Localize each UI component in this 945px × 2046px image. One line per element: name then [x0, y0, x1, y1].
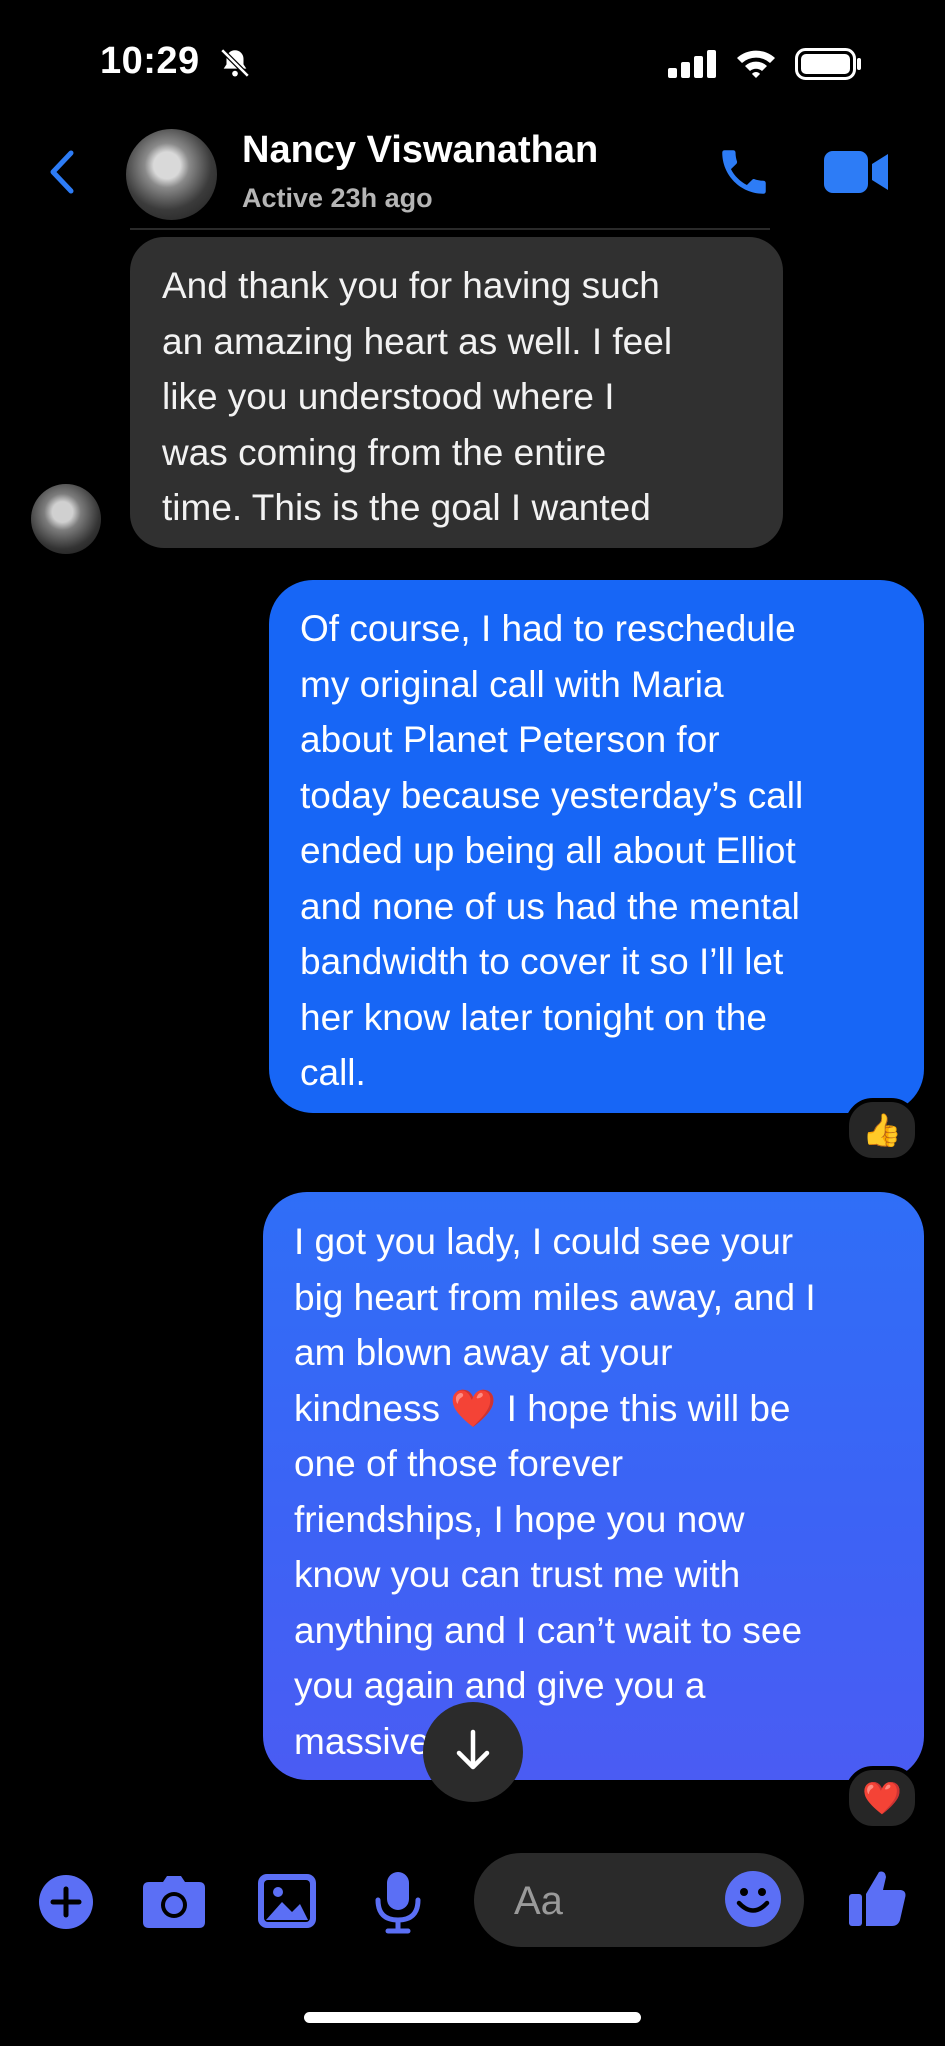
message-line: time. This is the goal I wanted: [162, 487, 651, 528]
message-line: was coming from the entire: [162, 431, 607, 473]
message-line: massive hug!: [294, 1720, 512, 1762]
thumbs-up-icon[interactable]: [847, 1868, 907, 1933]
plus-icon[interactable]: [38, 1874, 94, 1935]
message-line: bandwidth to cover it so I’ll let: [300, 941, 784, 982]
message-input[interactable]: [512, 1853, 716, 1949]
message-line: my original call with Maria: [300, 663, 724, 705]
status-time: 10:29: [100, 40, 200, 82]
message-line: big heart from miles away, and I: [294, 1276, 816, 1318]
heart-reaction[interactable]: ❤️: [845, 1766, 919, 1830]
home-indicator: [304, 2012, 641, 2023]
phone-icon[interactable]: [715, 143, 773, 206]
scroll-to-bottom-button[interactable]: [423, 1702, 523, 1802]
header-divider: [130, 228, 770, 230]
message-line: an amazing heart as well. I feel: [162, 320, 673, 362]
reaction-emoji: 👍: [862, 1112, 902, 1148]
message-line: kindness ❤️ I hope this will be: [294, 1387, 791, 1429]
message-line: her know later tonight on the: [300, 996, 767, 1038]
sender-avatar[interactable]: [31, 484, 101, 554]
incoming-message-bubble[interactable]: And thank you for having such an amazing…: [130, 237, 783, 548]
message-line: about Planet Peterson for: [300, 719, 720, 760]
outgoing-message-bubble[interactable]: I got you lady, I could see your big hea…: [263, 1192, 924, 1780]
signal-icon: [668, 50, 718, 83]
emoji-icon[interactable]: [724, 1870, 782, 1933]
message-line: know you can trust me with: [294, 1554, 741, 1595]
message-line: And thank you for having such: [162, 265, 660, 306]
contact-avatar[interactable]: [126, 129, 217, 220]
battery-icon: [795, 48, 863, 85]
message-line: Of course, I had to reschedule: [300, 608, 796, 649]
message-line: one of those forever: [294, 1443, 624, 1484]
camera-icon[interactable]: [143, 1876, 205, 1933]
thumbs-up-reaction[interactable]: 👍: [845, 1098, 919, 1162]
contact-name[interactable]: Nancy Viswanathan: [242, 129, 598, 172]
status-bar: 10:29: [0, 0, 945, 120]
video-camera-icon[interactable]: [822, 149, 890, 200]
message-line: like you understood where I: [162, 376, 615, 417]
message-line: you again and give you a: [294, 1665, 706, 1706]
gallery-icon[interactable]: [258, 1874, 316, 1933]
message-input-field[interactable]: [474, 1853, 804, 1949]
message-line: and none of us had the mental: [300, 885, 800, 927]
message-line: call.: [300, 1052, 366, 1093]
conversation-header: Nancy Viswanathan Active 23h ago: [0, 125, 945, 230]
message-line: ended up being all about Elliot: [300, 830, 796, 871]
reaction-emoji: ❤️: [862, 1780, 902, 1816]
contact-active-status: Active 23h ago: [242, 183, 433, 213]
wifi-icon: [735, 47, 777, 84]
microphone-icon[interactable]: [373, 1870, 423, 1939]
message-line: I got you lady, I could see your: [294, 1221, 794, 1262]
message-line: am blown away at your: [294, 1332, 673, 1373]
outgoing-message-bubble[interactable]: Of course, I had to reschedule my origin…: [269, 580, 924, 1113]
message-line: anything and I can’t wait to see: [294, 1609, 803, 1651]
bell-slash-icon: [218, 46, 252, 85]
arrow-down-icon: [451, 1726, 495, 1779]
message-line: today because yesterday’s call: [300, 774, 804, 816]
message-composer: [0, 1850, 945, 1955]
message-line: friendships, I hope you now: [294, 1498, 745, 1540]
back-chevron-icon[interactable]: [45, 147, 79, 202]
